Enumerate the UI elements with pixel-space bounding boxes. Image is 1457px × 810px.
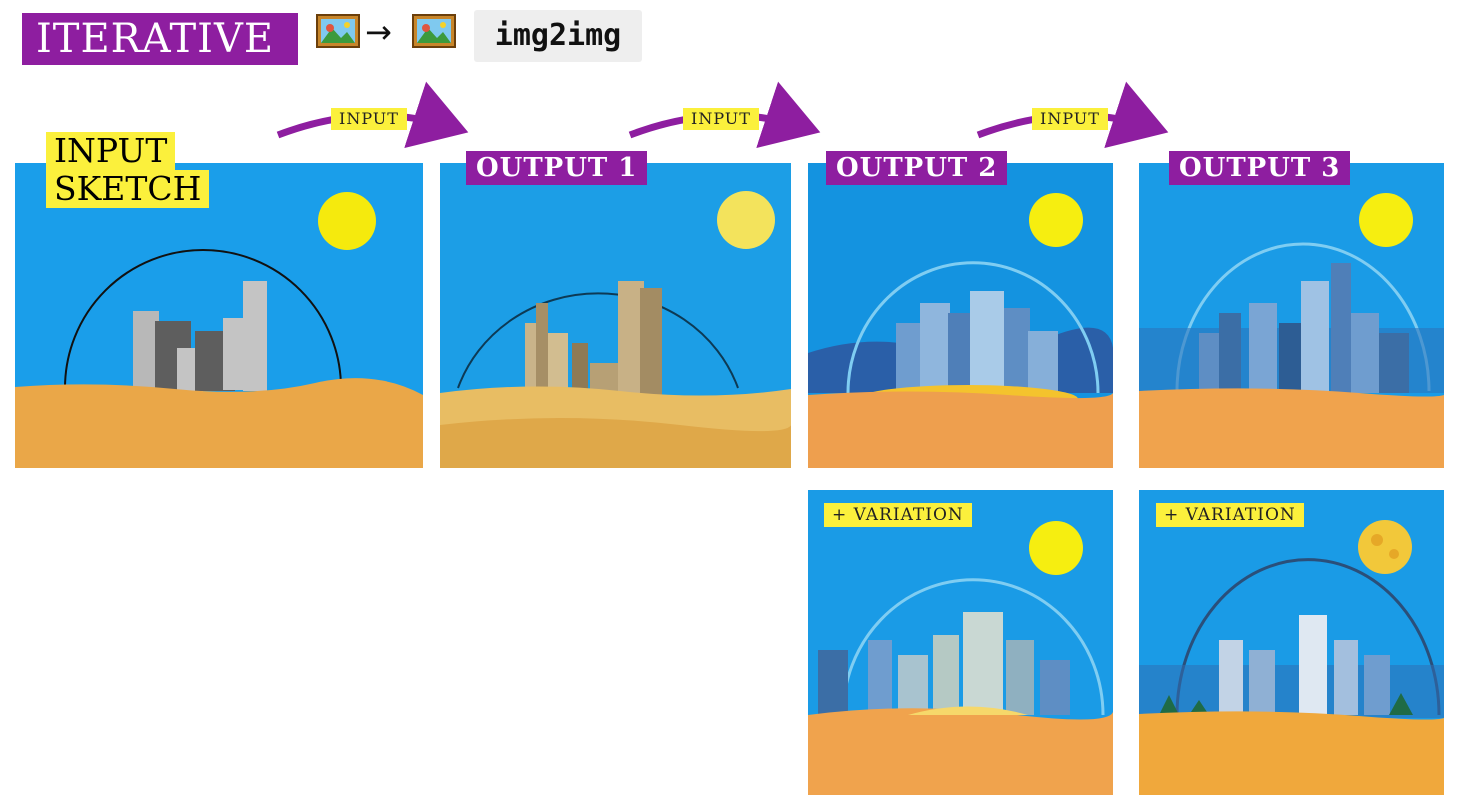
output-3-variation-image — [1139, 490, 1444, 795]
output-2-label: OUTPUT 2 — [826, 151, 1008, 185]
flow-arrows — [276, 81, 1169, 149]
sketch-label-line2: SKETCH — [46, 170, 210, 208]
sketch-label-line1: INPUT — [46, 132, 176, 170]
output-3-image — [1139, 163, 1444, 468]
output-3-label: OUTPUT 3 — [1169, 151, 1351, 185]
variation-label-2: + VARIATION — [1156, 503, 1304, 527]
input-tag-2: INPUT — [683, 108, 759, 130]
output-1-image — [440, 163, 791, 468]
input-tag-3: INPUT — [1032, 108, 1108, 130]
input-tag-1: INPUT — [331, 108, 407, 130]
input-sketch-label: INPUT SKETCH — [46, 132, 210, 208]
output-1-label: OUTPUT 1 — [466, 151, 648, 185]
variation-label-1: + VARIATION — [824, 503, 972, 527]
input-sketch-image — [15, 163, 423, 468]
output-2-variation-image — [808, 490, 1113, 795]
output-2-image — [808, 163, 1113, 468]
